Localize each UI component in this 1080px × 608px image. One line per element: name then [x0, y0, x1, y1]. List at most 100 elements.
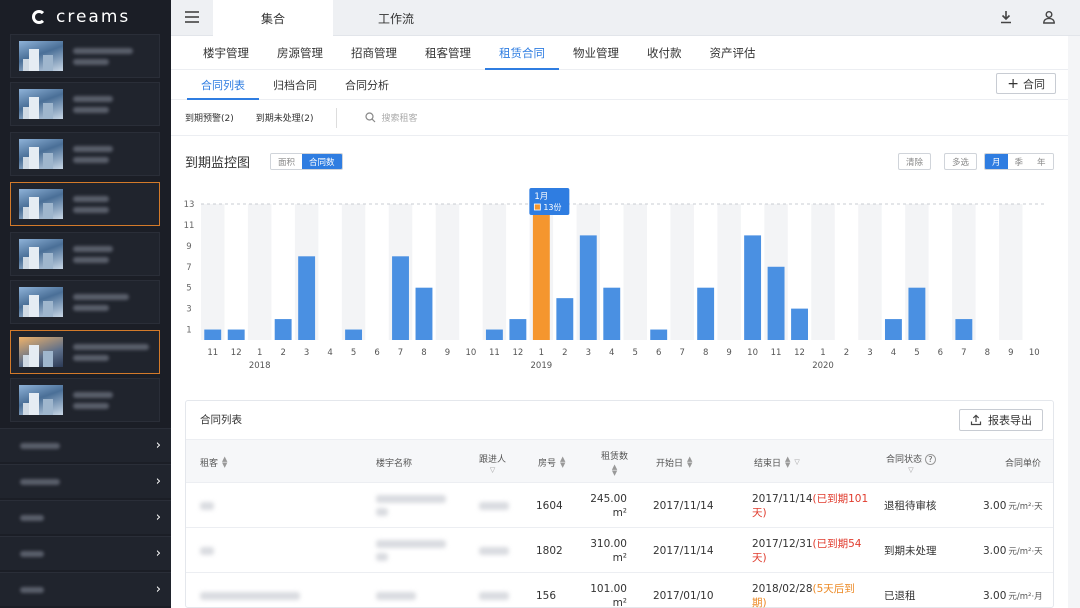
chart-bar[interactable] [884, 319, 902, 340]
chart-bar[interactable] [392, 256, 409, 340]
download-icon[interactable] [999, 10, 1013, 28]
chart-bar[interactable] [791, 308, 808, 340]
x-tick-label: 11 [771, 348, 782, 358]
contract-status: 已退租 [884, 590, 916, 602]
chart-bar[interactable] [579, 235, 597, 340]
y-tick-label: 1 [186, 326, 191, 336]
tooltip-title: 1月 [534, 192, 548, 202]
x-tick-label: 12 [231, 348, 242, 358]
nav-asset-valuation[interactable]: 资产评估 [696, 36, 770, 69]
chart-bar[interactable] [415, 287, 433, 340]
x-tick-label: 12 [794, 348, 805, 358]
end-date: 2017/11/14(已到期101 天) [752, 492, 869, 519]
chart-bar[interactable] [556, 298, 574, 340]
chart-bar[interactable] [908, 287, 926, 340]
export-report-button[interactable]: 报表导出 [959, 409, 1043, 431]
tab-archived-contracts[interactable]: 归档合同 [259, 70, 331, 99]
col-building-name: 楼宇名称 [376, 458, 413, 469]
room-number: 1802 [536, 544, 563, 557]
chart-bar[interactable] [767, 266, 785, 340]
tab-collection[interactable]: 集合 [213, 0, 333, 36]
filter-expiring[interactable]: 到期预警(2) [185, 111, 234, 124]
table-row[interactable]: 156 101.00 m² 2017/01/10 2018/02/28(5天后到 … [186, 573, 1053, 608]
tab-contract-list[interactable]: 合同列表 [187, 70, 259, 100]
chevron-right-icon: › [155, 582, 161, 597]
menu-toggle-icon[interactable] [185, 11, 199, 25]
chart-bar[interactable] [485, 329, 503, 340]
building-item[interactable] [10, 280, 160, 324]
col-tenant[interactable]: 租客 ▲ ▼ [200, 440, 227, 484]
building-item[interactable] [10, 132, 160, 176]
chart-bar[interactable] [650, 329, 668, 340]
chart-bar[interactable] [744, 235, 762, 340]
nav-tenant-mgmt[interactable]: 租客管理 [411, 36, 485, 69]
app-logo[interactable]: creams [0, 0, 171, 34]
chevron-right-icon: › [155, 474, 161, 489]
building-item[interactable] [10, 378, 160, 422]
chart-bar[interactable] [603, 287, 621, 340]
chart-bar-highlight[interactable] [532, 204, 550, 340]
chart-bar[interactable] [274, 319, 292, 340]
nav-building-mgmt[interactable]: 楼宇管理 [189, 36, 263, 69]
tab-contract-analysis[interactable]: 合同分析 [331, 70, 403, 99]
building-item[interactable] [10, 82, 160, 126]
x-tick-label: 10 [747, 348, 758, 358]
nav-payments[interactable]: 收付款 [633, 36, 696, 69]
table-row[interactable]: 1604 245.00 m² 2017/11/14 2017/11/14(已到期1… [186, 483, 1053, 528]
sidebar-menu-item[interactable]: › [0, 500, 171, 534]
x-tick-label: 6 [656, 348, 661, 358]
table-row[interactable]: 1802 310.00 m² 2017/11/14 2017/12/31(已到期5… [186, 528, 1053, 573]
filter-expired-unprocessed[interactable]: 到期未处理(2) [256, 111, 314, 124]
nav-room-mgmt[interactable]: 房源管理 [263, 36, 337, 69]
x-tick-label: 1 [257, 348, 262, 358]
logo-mark-icon [32, 10, 46, 24]
building-item-selected[interactable] [10, 182, 160, 226]
chart-bar[interactable] [345, 329, 363, 340]
col-unit-price: 合同单价 [1005, 458, 1042, 469]
chart-bar[interactable] [697, 287, 715, 340]
search-input[interactable]: 搜索租客 [364, 111, 418, 124]
chevron-right-icon: › [155, 510, 161, 525]
x-tick-label: 5 [633, 348, 638, 358]
secondary-nav: 合同列表 归档合同 合同分析 + 合同 [171, 70, 1068, 100]
building-thumbnail [19, 337, 63, 367]
filter-icon: ▽ [489, 465, 496, 474]
user-icon[interactable] [1042, 10, 1056, 28]
col-lease-area[interactable]: 租赁数 ▲ ▼ [601, 440, 628, 484]
x-tick-label: 9 [726, 348, 731, 358]
y-tick-label: 13 [184, 200, 195, 210]
table-title: 合同列表 [200, 414, 242, 426]
chart-bar[interactable] [227, 329, 245, 340]
year-label: 2018 [249, 361, 271, 371]
building-thumbnail [19, 385, 63, 415]
sidebar-menu-item[interactable]: › [0, 428, 171, 462]
contract-status: 退租待审核 [884, 500, 937, 512]
plus-icon: + [1007, 75, 1019, 92]
building-item[interactable] [10, 232, 160, 276]
chart-bar[interactable] [955, 319, 973, 340]
sidebar-menu-item[interactable]: › [0, 464, 171, 498]
sidebar-menu-item[interactable]: › [0, 572, 171, 606]
col-room-no[interactable]: 房号 ▲ ▼ [538, 440, 565, 484]
col-contract-status[interactable]: 合同状态 ? ▽ [886, 440, 936, 484]
building-item-selected[interactable] [10, 330, 160, 374]
col-follower[interactable]: 跟进人 ▽ [479, 440, 506, 484]
expiry-bar-chart[interactable]: 13579111311 12 1 2 3 4 5 6 7 8 9 10 11 12 1 2 3 4 5 6 7 8 9 10 1… [171, 138, 1068, 384]
add-contract-button[interactable]: + 合同 [996, 73, 1056, 94]
chart-bar[interactable] [509, 319, 527, 340]
help-icon: ? [924, 453, 936, 465]
tab-workflow[interactable]: 工作流 [336, 0, 456, 36]
x-tick-label: 6 [374, 348, 379, 358]
x-tick-label: 4 [609, 348, 614, 358]
nav-property-mgmt[interactable]: 物业管理 [559, 36, 633, 69]
chart-bar[interactable] [204, 329, 222, 340]
nav-lease-contract[interactable]: 租赁合同 [485, 36, 559, 70]
x-tick-label: 10 [466, 348, 477, 358]
col-start-date[interactable]: 开始日 ▲ ▼ [656, 440, 692, 484]
sidebar-menu-item[interactable]: › [0, 536, 171, 570]
chart-bar[interactable] [298, 256, 316, 340]
col-end-date[interactable]: 结束日 ▲ ▼ ▽ [754, 440, 800, 484]
nav-leasing-mgmt[interactable]: 招商管理 [337, 36, 411, 69]
filter-bar: 到期预警(2) 到期未处理(2) 搜索租客 [171, 100, 1068, 136]
building-item[interactable] [10, 34, 160, 78]
